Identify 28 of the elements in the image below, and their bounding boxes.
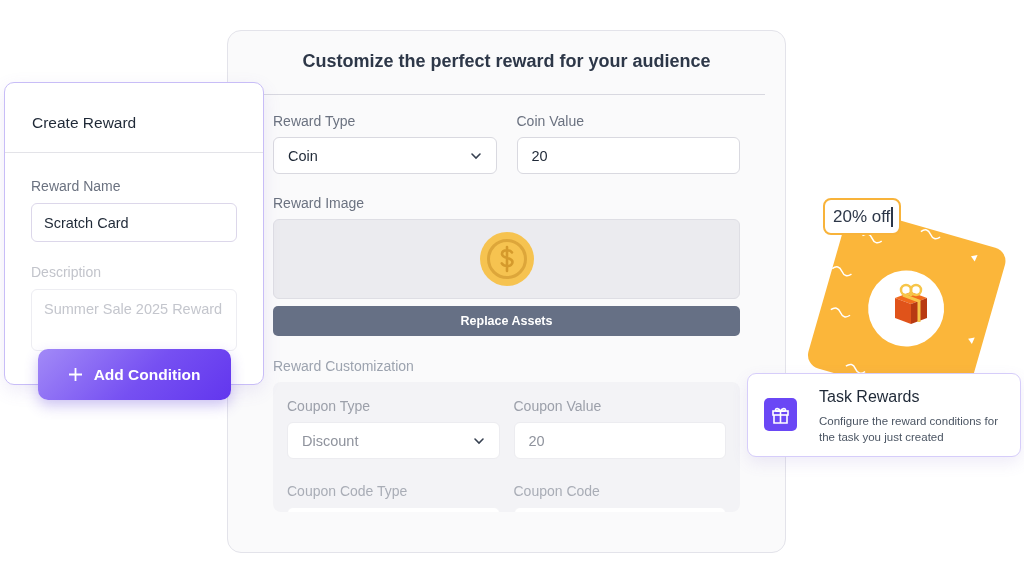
chevron-down-icon xyxy=(472,436,485,445)
plus-icon xyxy=(68,368,82,381)
field-label: Description xyxy=(31,264,103,280)
field-label: Coupon Type xyxy=(287,398,372,414)
image-dropzone[interactable] xyxy=(273,219,740,299)
gift-icon xyxy=(764,398,797,431)
field-label: Reward Type xyxy=(273,113,357,129)
coupon-text-field[interactable]: 20% off xyxy=(823,198,901,235)
field-label: Coupon Code xyxy=(513,483,601,499)
input-field[interactable]: 20 xyxy=(516,137,740,174)
card-description: Configure the reward conditions for the task you just created xyxy=(819,414,999,445)
card-title: Task Rewards xyxy=(819,388,921,406)
field-label: Coin Value xyxy=(516,113,585,129)
select-field[interactable]: Discount xyxy=(287,422,500,459)
panel-title: Customize the perfect reward for your audience xyxy=(301,51,712,73)
field-label: Reward Image xyxy=(273,195,366,211)
coin-icon xyxy=(479,232,534,286)
field-label: Coupon Code Type xyxy=(287,483,409,499)
select-field[interactable]: Coin xyxy=(273,137,497,174)
field-label: Reward Name xyxy=(31,178,122,194)
add-condition-button[interactable]: Add Condition xyxy=(38,349,231,400)
card-title: Create Reward xyxy=(31,113,138,133)
replace-assets-button[interactable]: Replace Assets xyxy=(273,306,740,336)
chevron-down-icon xyxy=(469,151,482,160)
input-field[interactable]: Scratch Card xyxy=(31,203,237,242)
input-field[interactable]: 20 xyxy=(513,422,726,459)
field-label: Coupon Value xyxy=(513,398,603,414)
section-label: Reward Customization xyxy=(273,358,415,374)
